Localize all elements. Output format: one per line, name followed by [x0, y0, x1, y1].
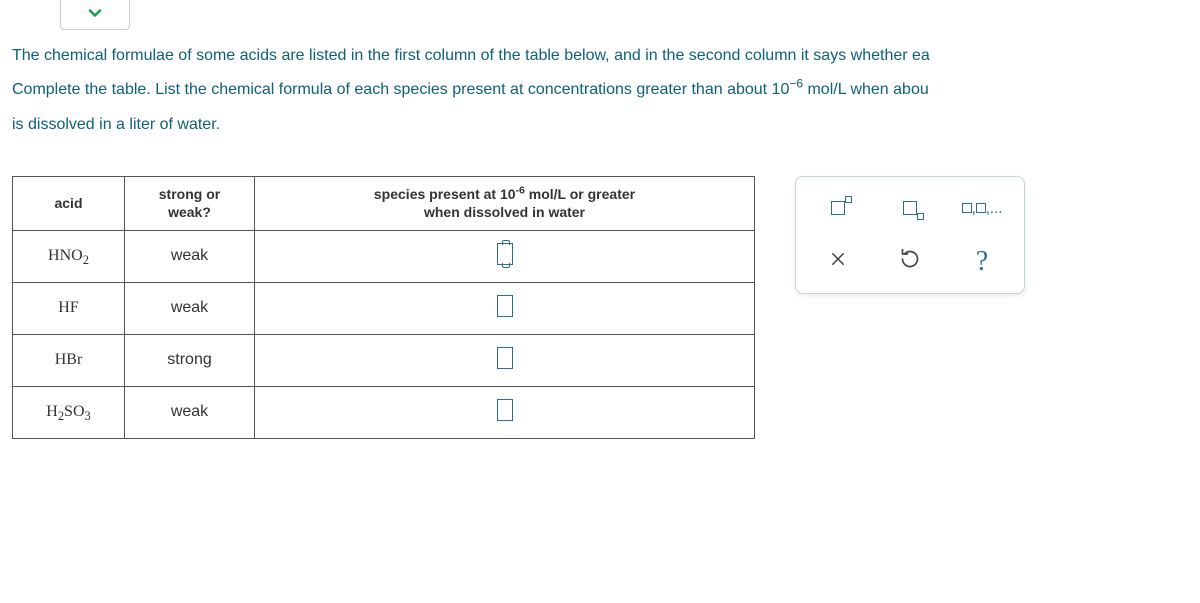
table-row: HNO2weak: [13, 230, 755, 282]
clear-button[interactable]: [806, 237, 870, 287]
instruction-line-1: The chemical formulae of some acids are …: [12, 45, 1200, 67]
table-row: HFweak: [13, 282, 755, 334]
table-row: HBrstrong: [13, 334, 755, 386]
acid-formula-cell: HNO2: [13, 230, 125, 282]
table-row: H2SO3weak: [13, 386, 755, 438]
list-input-button[interactable]: ,,...: [950, 183, 1014, 233]
tools-panel: ,,... ?: [795, 176, 1025, 294]
box-icon: [831, 201, 845, 215]
acid-table: acid strong orweak? species present at 1…: [12, 176, 755, 438]
acid-formula-cell: HBr: [13, 334, 125, 386]
species-cell[interactable]: [255, 282, 755, 334]
header-acid: acid: [13, 177, 125, 230]
superscript-button[interactable]: [806, 183, 870, 233]
question-icon: ?: [976, 246, 988, 278]
strength-cell: weak: [125, 282, 255, 334]
subscript-button[interactable]: [878, 183, 942, 233]
species-input[interactable]: [497, 399, 513, 421]
acid-formula-cell: H2SO3: [13, 386, 125, 438]
strength-cell: weak: [125, 386, 255, 438]
acid-table-body: HNO2weakHFweakHBrstrongH2SO3weak: [13, 230, 755, 438]
header-species: species present at 10-6 mol/L or greater…: [255, 177, 755, 230]
chevron-down-icon: [85, 3, 105, 27]
dropdown-toggle[interactable]: [60, 0, 130, 30]
help-button[interactable]: ?: [950, 237, 1014, 287]
strength-cell: weak: [125, 230, 255, 282]
species-cell[interactable]: [255, 230, 755, 282]
species-cell[interactable]: [255, 334, 755, 386]
strength-cell: strong: [125, 334, 255, 386]
undo-icon: [900, 249, 920, 275]
species-cell[interactable]: [255, 386, 755, 438]
species-input[interactable]: [497, 243, 513, 265]
box-icon: [903, 201, 917, 215]
reset-button[interactable]: [878, 237, 942, 287]
list-icon: ,,...: [962, 200, 1003, 217]
species-input[interactable]: [497, 295, 513, 317]
x-icon: [829, 250, 847, 274]
species-input[interactable]: [497, 347, 513, 369]
acid-formula-cell: HF: [13, 282, 125, 334]
instruction-line-2: Complete the table. List the chemical fo…: [12, 79, 1200, 101]
instruction-line-3: is dissolved in a liter of water.: [12, 114, 1200, 136]
header-strength: strong orweak?: [125, 177, 255, 230]
